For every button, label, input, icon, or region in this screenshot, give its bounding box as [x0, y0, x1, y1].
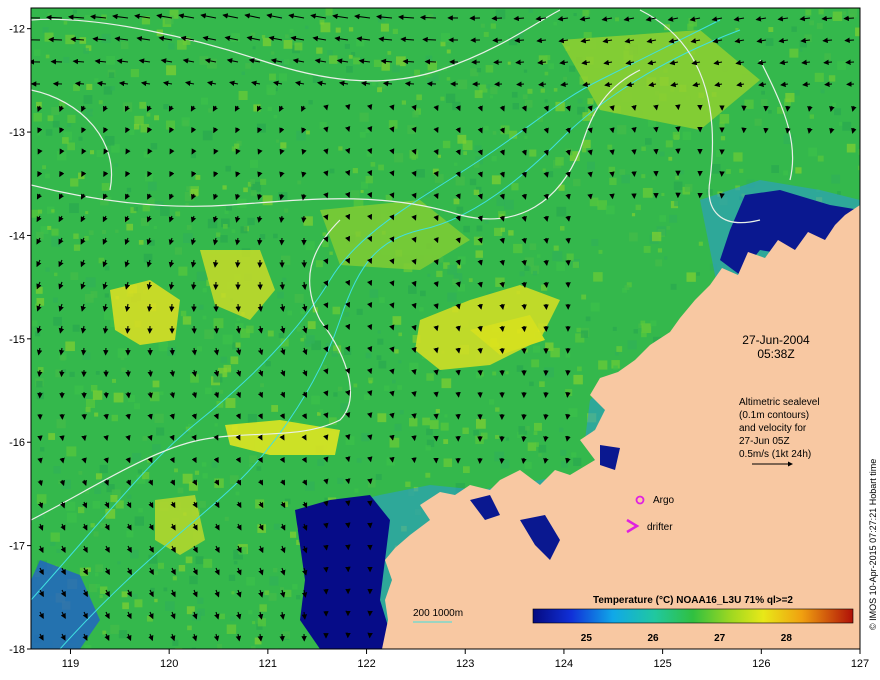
colorbar-title: Temperature (°C) NOAA16_L3U 71% ql>=2 [593, 595, 793, 606]
colorbar-tick-label: 26 [647, 633, 659, 644]
x-tick-label: 124 [555, 658, 573, 670]
y-tick-label: -16 [9, 437, 25, 449]
y-tick-label: -13 [9, 127, 25, 139]
argo-label: Argo [653, 495, 675, 506]
colorbar-tick-label: 28 [781, 633, 793, 644]
x-tick-label: 125 [653, 658, 671, 670]
info-line-2: (0.1m contours) [739, 410, 809, 421]
sst-map: 119 120 121 122 123 124 125 126 127 -12 -13 -14 -15… [9, 7, 878, 670]
info-line-4: 27-Jun 05Z [739, 436, 790, 447]
bathy-legend-label: 200 1000m [413, 608, 463, 619]
info-line-1: Altimetric sealevel [739, 397, 820, 408]
x-tick-label: 119 [62, 658, 80, 670]
y-tick-label: -14 [9, 230, 25, 242]
y-axis: -12 -13 -14 -15 -16 -17 -18 [9, 24, 31, 656]
colorbar-tick-label: 27 [714, 633, 726, 644]
y-tick-label: -17 [9, 541, 25, 553]
info-line-3: and velocity for [739, 423, 807, 434]
time-label: 05:38Z [757, 347, 794, 361]
drifter-label: drifter [647, 522, 673, 533]
x-tick-label: 121 [259, 658, 277, 670]
x-tick-label: 120 [160, 658, 178, 670]
x-tick-label: 127 [851, 658, 869, 670]
x-axis: 119 120 121 122 123 124 125 126 127 [62, 649, 869, 670]
y-tick-label: -12 [9, 24, 25, 36]
x-tick-label: 123 [456, 658, 474, 670]
date-label: 27-Jun-2004 [742, 333, 810, 347]
x-tick-label: 122 [357, 658, 375, 670]
map-field [31, 8, 860, 649]
credit-text: © IMOS 10-Apr-2015 07:27:21 Hobart time [868, 459, 878, 630]
colorbar-gradient [532, 608, 854, 624]
info-line-5: 0.5m/s (1kt 24h) [739, 449, 811, 460]
x-tick-label: 126 [752, 658, 770, 670]
y-tick-label: -15 [9, 334, 25, 346]
y-tick-label: -18 [9, 644, 25, 656]
colorbar-tick-label: 25 [581, 633, 593, 644]
